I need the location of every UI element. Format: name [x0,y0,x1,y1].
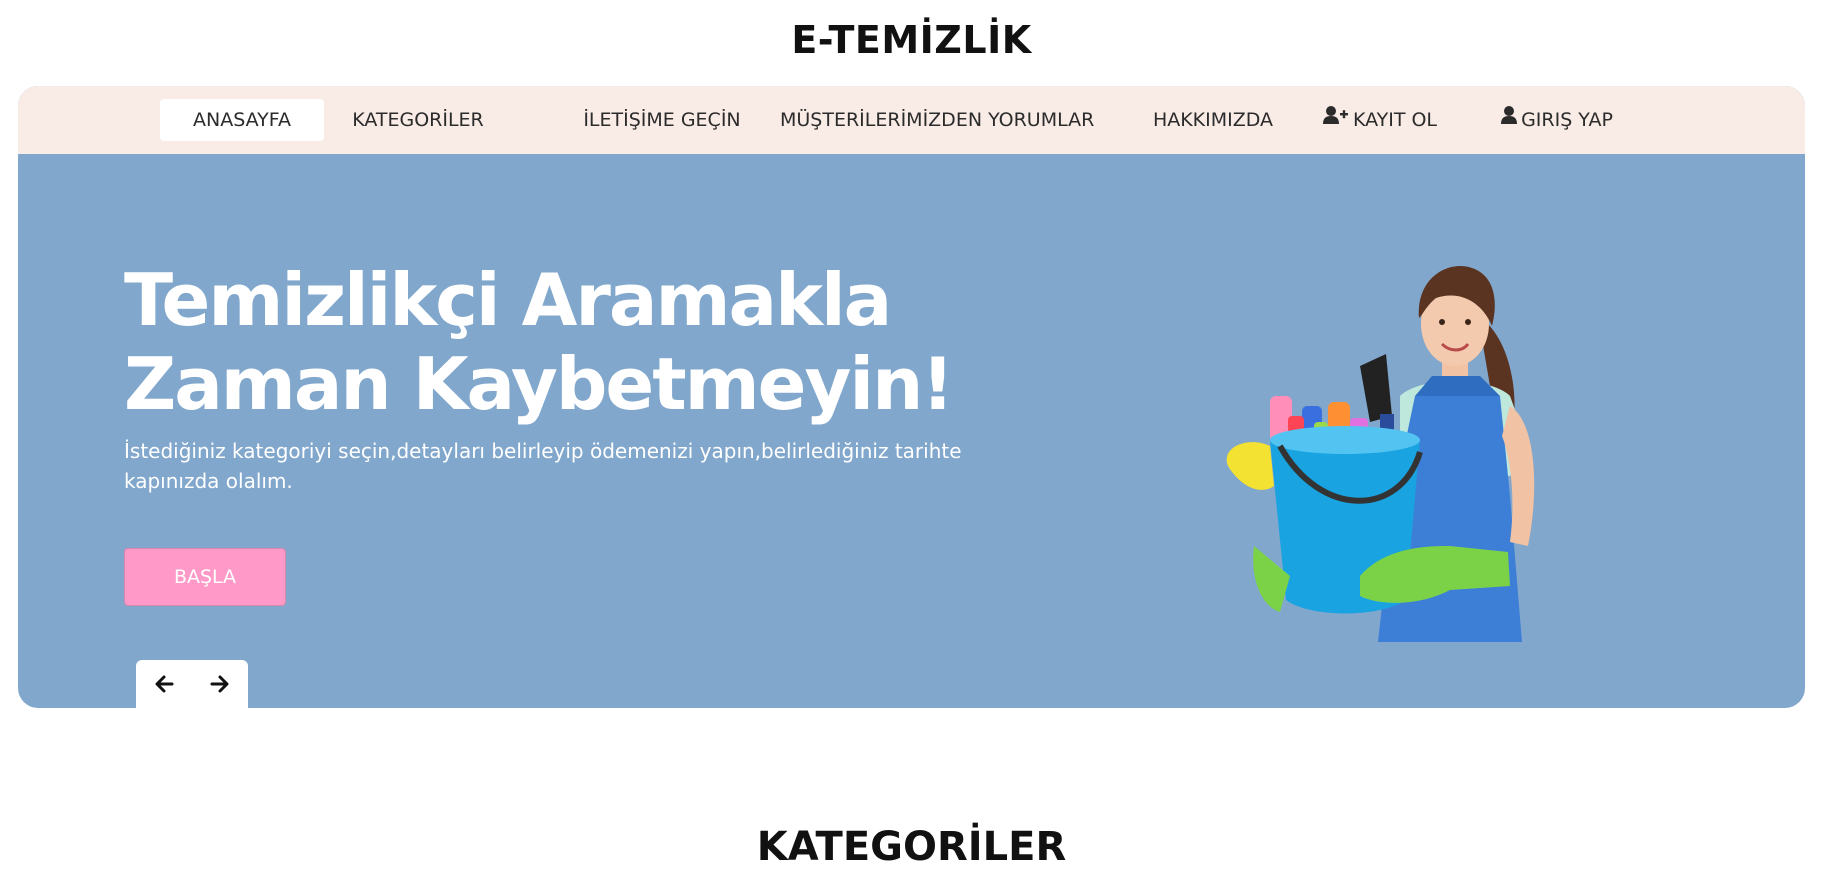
categories-section-title: KATEGORİLER [756,824,1067,870]
nav-item-contact[interactable]: İLETİŞİME GEÇİN [568,99,756,141]
hero-subtext: İstediğiniz kategoriyi seçin,detayları b… [124,439,962,493]
nav-item-label: HAKKIMIZDA [1152,109,1274,131]
user-plus-icon [1322,98,1349,140]
hero-frame: ANASAYFA KATEGORİLER İLETİŞİME GEÇİN MÜŞ… [18,86,1805,708]
nav-item-about[interactable]: HAKKIMIZDA [1138,99,1288,141]
nav-item-label: İLETİŞİME GEÇİN [583,109,741,131]
nav-item-label: MÜŞTERİLERİMİZDEN YORUMLAR [780,109,1095,131]
start-button[interactable]: BAŞLA [124,548,286,606]
nav-item-label: KAYIT OL [1352,109,1438,131]
slider-prev-button[interactable] [150,670,180,698]
user-icon [1501,98,1518,140]
hero-heading-line-1: Temizlikçi Aramakla [124,258,892,342]
site-title: E-TEMİZLİK [791,18,1032,62]
main-navbar: ANASAYFA KATEGORİLER İLETİŞİME GEÇİN MÜŞ… [18,86,1805,154]
hero-heading: Temizlikçi Aramakla Zaman Kaybetmeyin! [124,258,1024,426]
nav-item-categories[interactable]: KATEGORİLER [334,99,502,141]
nav-item-label: GIRIŞ YAP [1521,109,1613,131]
nav-item-login[interactable]: GIRIŞ YAP [1494,99,1620,141]
cleaning-woman-illustration [1226,266,1535,642]
nav-item-testimonials[interactable]: MÜŞTERİLERİMİZDEN YORUMLAR [780,99,1094,141]
arrow-left-icon [155,675,174,693]
slider-next-button[interactable] [204,670,234,698]
slider-controls [136,660,248,708]
hero-heading-line-2: Zaman Kaybetmeyin! [124,342,954,426]
arrow-right-icon [210,675,229,693]
nav-item-register[interactable]: KAYIT OL [1320,99,1440,141]
nav-item-label: ANASAYFA [193,109,291,131]
nav-item-home[interactable]: ANASAYFA [160,99,324,141]
nav-item-label: KATEGORİLER [352,109,484,131]
